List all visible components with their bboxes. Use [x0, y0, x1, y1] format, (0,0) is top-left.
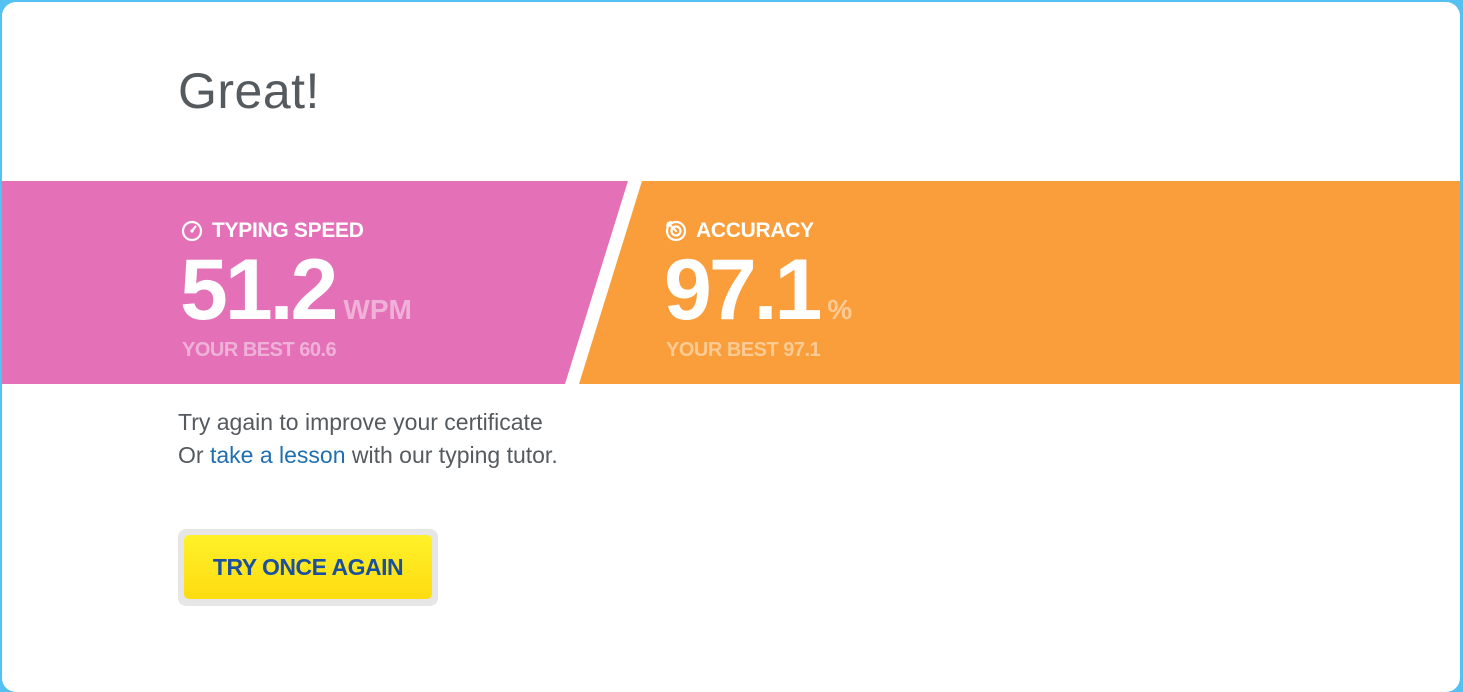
result-heading: Great!	[178, 63, 320, 119]
take-lesson-link[interactable]: take a lesson	[210, 442, 346, 468]
message-suffix: with our typing tutor.	[345, 442, 558, 468]
message-line-2: Or take a lesson with our typing tutor.	[178, 439, 558, 472]
message-prefix: Or	[178, 442, 210, 468]
typing-speed-unit: WPM	[343, 294, 412, 325]
accuracy-label-row: ACCURACY	[664, 219, 814, 243]
typing-speed-label: TYPING SPEED	[212, 219, 364, 242]
speedometer-icon	[180, 219, 204, 243]
typing-speed-label-row: TYPING SPEED	[180, 219, 364, 243]
typing-speed-value-row: 51.2 WPM	[180, 245, 412, 335]
accuracy-best: YOUR BEST 97.1	[666, 339, 821, 361]
accuracy-value-row: 97.1 %	[664, 245, 852, 335]
accuracy-value: 97.1	[664, 242, 822, 338]
improvement-message: Try again to improve your certificate Or…	[178, 406, 558, 472]
result-card: Great! TYPING SPEED 51.2 WPM YOUR BEST 6…	[2, 2, 1460, 692]
stats-band: TYPING SPEED 51.2 WPM YOUR BEST 60.6 ACC…	[2, 181, 1460, 384]
typing-speed-best: YOUR BEST 60.6	[182, 339, 337, 361]
message-line-1: Try again to improve your certificate	[178, 409, 543, 435]
try-once-again-button[interactable]: TRY ONCE AGAIN	[184, 535, 432, 599]
accuracy-label: ACCURACY	[696, 219, 814, 242]
try-again-button-frame: TRY ONCE AGAIN	[178, 529, 438, 606]
typing-speed-value: 51.2	[180, 242, 338, 338]
accuracy-unit: %	[827, 294, 853, 325]
target-icon	[664, 219, 688, 243]
